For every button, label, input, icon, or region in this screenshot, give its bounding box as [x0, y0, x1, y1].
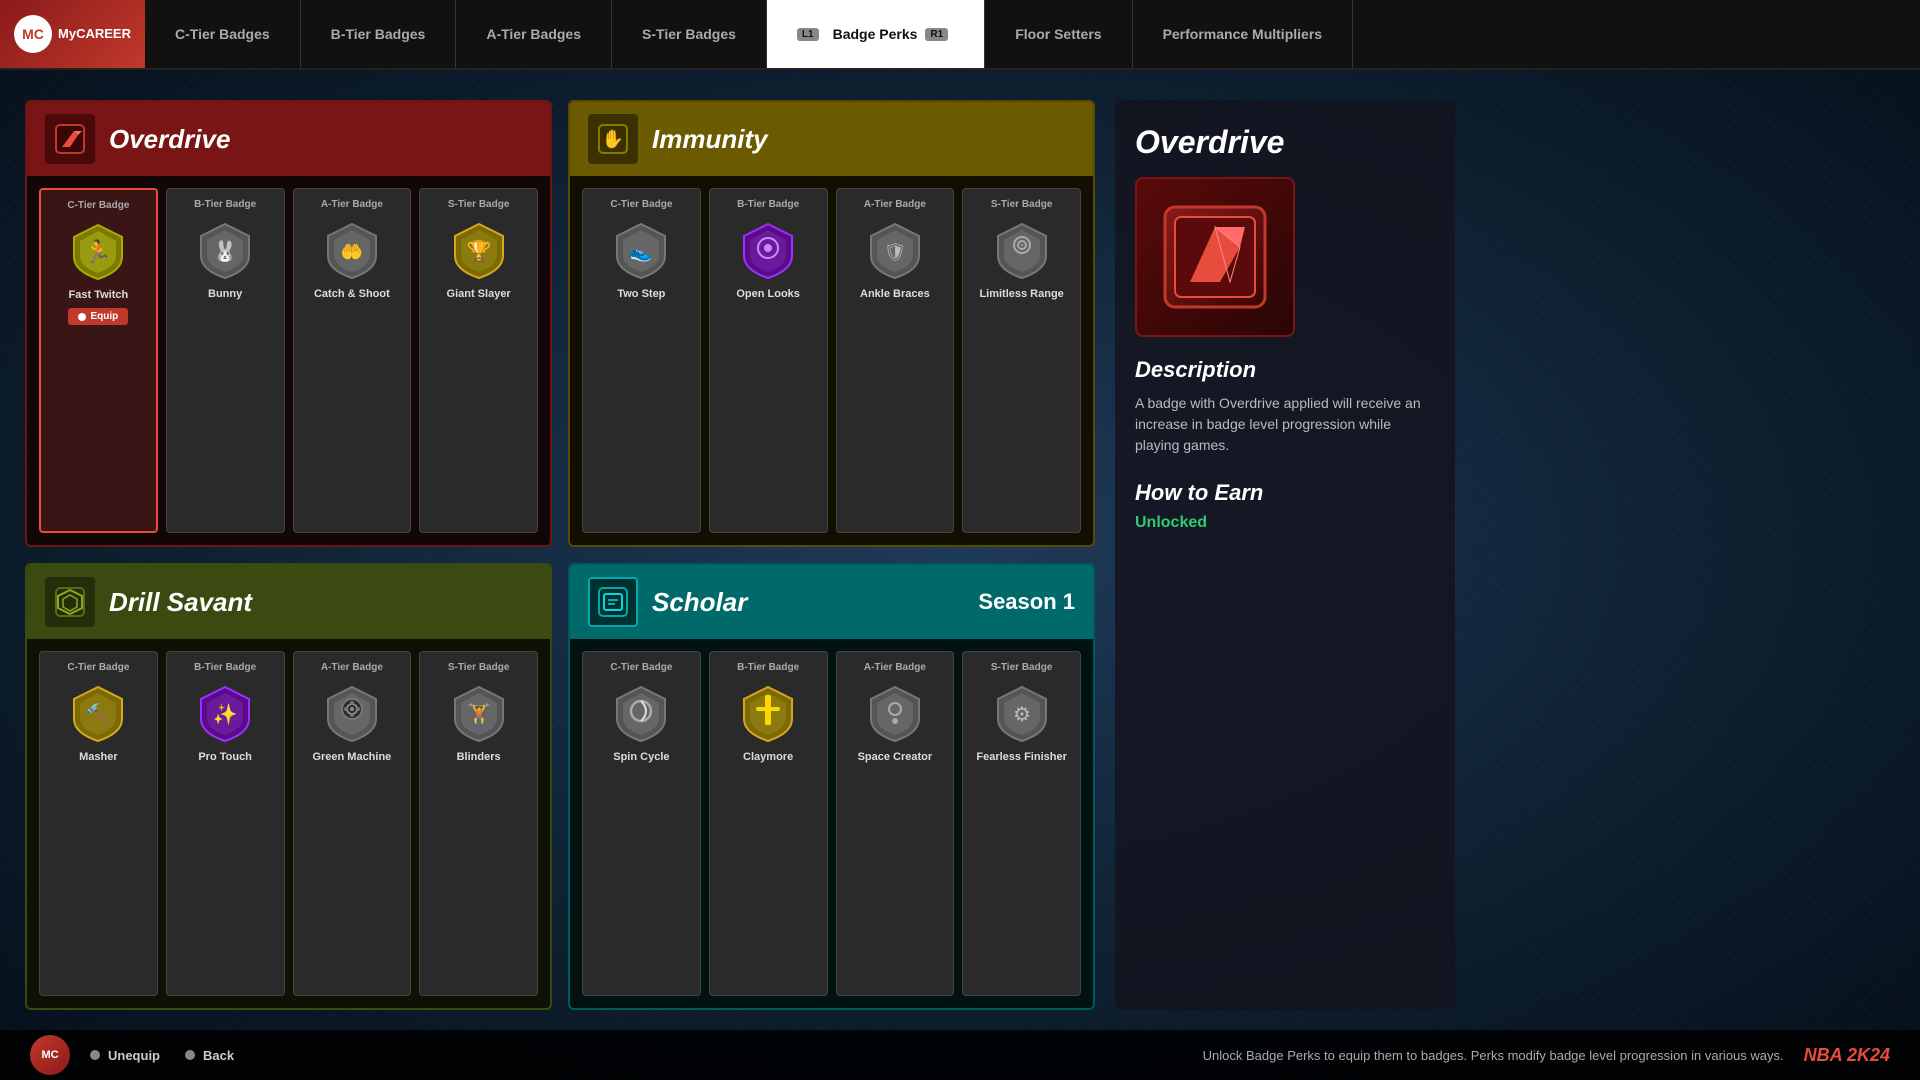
- tab-badge-perks[interactable]: L1 Badge Perks R1: [767, 0, 985, 68]
- bottom-hint: Unlock Badge Perks to equip them to badg…: [1203, 1048, 1784, 1063]
- drill-savant-header-icon: [45, 577, 95, 627]
- overdrive-header-icon: [45, 114, 95, 164]
- detail-panel-content: Overdrive Description A: [1115, 100, 1455, 1010]
- giant-slayer-icon: 🏆: [446, 217, 511, 282]
- badge-space-creator[interactable]: A-Tier Badge Space Creator: [836, 651, 955, 996]
- back-label: Back: [203, 1048, 234, 1063]
- badge-green-machine[interactable]: A-Tier Badge: [293, 651, 412, 996]
- green-machine-icon: [319, 680, 384, 745]
- drill-savant-badge-grid: C-Tier Badge 🔨 Masher B-Tier Badge: [27, 639, 550, 1008]
- badge-catch-shoot[interactable]: A-Tier Badge 🤲 Catch & Shoot: [293, 188, 412, 533]
- svg-text:🏋: 🏋: [466, 702, 491, 726]
- tab-b-tier[interactable]: B-Tier Badges: [301, 0, 457, 68]
- overdrive-header: Overdrive: [27, 102, 550, 176]
- limitless-range-icon: [989, 217, 1054, 282]
- badge-two-step[interactable]: C-Tier Badge 👟 Two Step: [582, 188, 701, 533]
- svg-text:🤲: 🤲: [341, 242, 363, 262]
- right-detail-panel: Overdrive Description A: [1115, 100, 1455, 1010]
- two-step-icon: 👟: [609, 217, 674, 282]
- tab-s-tier[interactable]: S-Tier Badges: [612, 0, 767, 68]
- tab-a-tier[interactable]: A-Tier Badges: [456, 0, 612, 68]
- space-creator-icon: [862, 680, 927, 745]
- svg-text:🏆: 🏆: [466, 239, 491, 263]
- ankle-braces-icon: 🛡: [862, 217, 927, 282]
- mc-bottom-logo: MC: [30, 1035, 70, 1075]
- perk-immunity-card: ✋ Immunity C-Tier Badge 👟 T: [568, 100, 1095, 547]
- perk-scholar-card: Scholar Season 1 C-Tier Badge Sp: [568, 563, 1095, 1010]
- badge-masher[interactable]: C-Tier Badge 🔨 Masher: [39, 651, 158, 996]
- badge-open-looks[interactable]: B-Tier Badge Open Looks: [709, 188, 828, 533]
- logo-text: MyCAREER: [58, 26, 131, 42]
- tab-performance-multipliers[interactable]: Performance Multipliers: [1133, 0, 1354, 68]
- overdrive-badge-grid: C-Tier Badge 🏃 Fast Twitch Equip: [27, 176, 550, 545]
- badge-pro-touch[interactable]: B-Tier Badge ✨ Pro Touch: [166, 651, 285, 996]
- back-dot: [185, 1050, 195, 1060]
- perk-drill-savant-card: Drill Savant C-Tier Badge 🔨 Masher: [25, 563, 552, 1010]
- svg-text:🐰: 🐰: [213, 239, 238, 263]
- detail-badge-preview: [1135, 177, 1295, 337]
- scholar-title: Scholar: [652, 587, 747, 618]
- nav-tabs: C-Tier Badges B-Tier Badges A-Tier Badge…: [145, 0, 1920, 68]
- bottom-controls: Unequip Back: [90, 1048, 234, 1063]
- blinders-icon: 🏋: [446, 680, 511, 745]
- fast-twitch-icon: 🏃: [66, 218, 131, 283]
- scholar-header: Scholar Season 1: [570, 565, 1093, 639]
- scholar-header-icon: [588, 577, 638, 627]
- badge-fearless-finisher[interactable]: S-Tier Badge ⚙ Fearless Finisher: [962, 651, 1081, 996]
- perks-grid: Overdrive C-Tier Badge 🏃 Fast Twitch: [25, 100, 1095, 1010]
- main-content: Overdrive C-Tier Badge 🏃 Fast Twitch: [0, 70, 1920, 1030]
- open-looks-icon: [736, 217, 801, 282]
- perk-overdrive-card: Overdrive C-Tier Badge 🏃 Fast Twitch: [25, 100, 552, 547]
- tab-c-tier[interactable]: C-Tier Badges: [145, 0, 301, 68]
- svg-text:👟: 👟: [630, 242, 652, 263]
- mycareer-logo: MC MyCAREER: [0, 0, 145, 68]
- masher-icon: 🔨: [66, 680, 131, 745]
- description-label: Description: [1135, 357, 1435, 383]
- drill-savant-header: Drill Savant: [27, 565, 550, 639]
- r1-key: R1: [925, 28, 948, 41]
- nba2k-logo: NBA 2K24: [1804, 1045, 1890, 1066]
- description-text: A badge with Overdrive applied will rece…: [1135, 393, 1435, 456]
- svg-text:⚙: ⚙: [1013, 704, 1031, 726]
- svg-text:🏃: 🏃: [85, 239, 112, 264]
- badge-fast-twitch[interactable]: C-Tier Badge 🏃 Fast Twitch Equip: [39, 188, 158, 533]
- detail-perk-title: Overdrive: [1135, 124, 1435, 161]
- badge-blinders[interactable]: S-Tier Badge 🏋 Blinders: [419, 651, 538, 996]
- unequip-label: Unequip: [108, 1048, 160, 1063]
- badge-giant-slayer[interactable]: S-Tier Badge 🏆 Giant Slayer: [419, 188, 538, 533]
- equip-button[interactable]: Equip: [68, 308, 128, 325]
- spin-cycle-icon: [609, 680, 674, 745]
- svg-text:🛡: 🛡: [883, 242, 906, 262]
- how-to-earn-label: How to Earn: [1135, 480, 1435, 506]
- overdrive-title: Overdrive: [109, 124, 230, 155]
- drill-savant-title: Drill Savant: [109, 587, 252, 618]
- bottom-bar: MC Unequip Back Unlock Badge Perks to eq…: [0, 1030, 1920, 1080]
- badge-claymore[interactable]: B-Tier Badge Claymore: [709, 651, 828, 996]
- scholar-season: Season 1: [978, 589, 1075, 615]
- catch-shoot-icon: 🤲: [319, 217, 384, 282]
- immunity-header: ✋ Immunity: [570, 102, 1093, 176]
- badge-bunny[interactable]: B-Tier Badge 🐰 Bunny: [166, 188, 285, 533]
- immunity-title: Immunity: [652, 124, 768, 155]
- earn-status: Unlocked: [1135, 514, 1207, 531]
- svg-text:✨: ✨: [213, 703, 238, 726]
- svg-text:🔨: 🔨: [86, 702, 111, 726]
- fearless-finisher-icon: ⚙: [989, 680, 1054, 745]
- badge-limitless-range[interactable]: S-Tier Badge Limitless Range: [962, 188, 1081, 533]
- tab-floor-setters[interactable]: Floor Setters: [985, 0, 1132, 68]
- claymore-icon: [736, 680, 801, 745]
- immunity-header-icon: ✋: [588, 114, 638, 164]
- l1-key: L1: [797, 28, 819, 41]
- pro-touch-icon: ✨: [193, 680, 258, 745]
- badge-spin-cycle[interactable]: C-Tier Badge Spin Cycle: [582, 651, 701, 996]
- bunny-icon: 🐰: [193, 217, 258, 282]
- scholar-badge-grid: C-Tier Badge Spin Cycle B-Tier Badge: [570, 639, 1093, 1008]
- unequip-dot: [90, 1050, 100, 1060]
- top-nav: MC MyCAREER C-Tier Badges B-Tier Badges …: [0, 0, 1920, 70]
- badge-ankle-braces[interactable]: A-Tier Badge 🛡 Ankle Braces: [836, 188, 955, 533]
- immunity-badge-grid: C-Tier Badge 👟 Two Step B-Tier Badge: [570, 176, 1093, 545]
- svg-text:✋: ✋: [602, 128, 624, 149]
- back-control[interactable]: Back: [185, 1048, 234, 1063]
- unequip-control[interactable]: Unequip: [90, 1048, 160, 1063]
